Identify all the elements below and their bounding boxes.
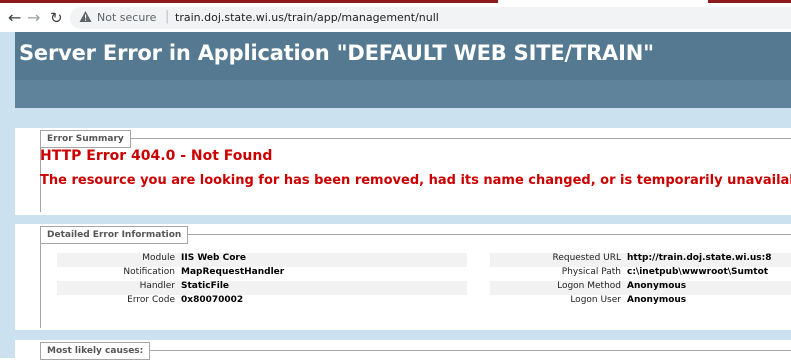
security-status-label[interactable]: Not secure — [97, 11, 156, 24]
module-value: IIS Web Core — [181, 253, 246, 263]
header-banner: Server Error in Application "DEFAULT WEB… — [15, 32, 791, 108]
url-text[interactable]: train.doj.state.wi.us/train/app/manageme… — [175, 11, 439, 24]
info-row-error-code: Error Code 0x80070002 — [57, 295, 467, 309]
error-heading: HTTP Error 404.0 - Not Found — [40, 148, 273, 164]
info-row-module: Module IIS Web Core — [57, 253, 467, 267]
notification-label: Notification — [123, 267, 175, 277]
error-description: The resource you are looking for has bee… — [40, 173, 791, 188]
info-row-logon-user: Logon User Anonymous — [490, 295, 791, 309]
info-row-handler: Handler StaticFile — [57, 281, 467, 295]
error-code-value: 0x80070002 — [181, 295, 244, 305]
detailed-error-legend: Detailed Error Information — [40, 226, 189, 244]
info-row-physical-path: Physical Path c:\inetpub\wwwroot\Sumtot — [490, 267, 791, 281]
error-summary-legend: Error Summary — [40, 130, 131, 148]
requested-url-label: Requested URL — [552, 253, 621, 263]
error-summary-panel: Error Summary — [15, 128, 791, 215]
forward-arrow-icon[interactable]: → — [27, 8, 40, 28]
notification-value: MapRequestHandler — [181, 267, 285, 277]
logon-user-label: Logon User — [570, 295, 621, 305]
module-label: Module — [142, 253, 175, 263]
requested-url-value: http://train.doj.state.wi.us:8 — [627, 253, 772, 263]
physical-path-value: c:\inetpub\wwwroot\Sumtot — [627, 267, 769, 277]
info-row-requested-url: Requested URL http://train.doj.state.wi.… — [490, 253, 791, 267]
browser-toolbar: ← → ↻ Not secure | train.doj.state.wi.us… — [0, 4, 791, 32]
back-arrow-icon[interactable]: ← — [8, 8, 21, 28]
warning-triangle-icon[interactable] — [79, 10, 92, 23]
logon-method-label: Logon Method — [557, 281, 621, 291]
address-bar[interactable]: Not secure | train.doj.state.wi.us/train… — [70, 7, 791, 29]
most-likely-causes-panel: Most likely causes: — [15, 340, 791, 360]
address-separator: | — [165, 9, 170, 24]
handler-value: StaticFile — [181, 281, 230, 291]
error-code-label: Error Code — [127, 295, 175, 305]
info-row-logon-method: Logon Method Anonymous — [490, 281, 791, 295]
reload-icon[interactable]: ↻ — [50, 8, 63, 28]
handler-label: Handler — [139, 281, 175, 291]
physical-path-label: Physical Path — [561, 267, 621, 277]
most-likely-causes-legend: Most likely causes: — [40, 342, 151, 360]
logon-user-value: Anonymous — [627, 295, 687, 305]
info-row-notification: Notification MapRequestHandler — [57, 267, 467, 281]
logon-method-value: Anonymous — [627, 281, 687, 291]
page-title: Server Error in Application "DEFAULT WEB… — [19, 41, 654, 65]
